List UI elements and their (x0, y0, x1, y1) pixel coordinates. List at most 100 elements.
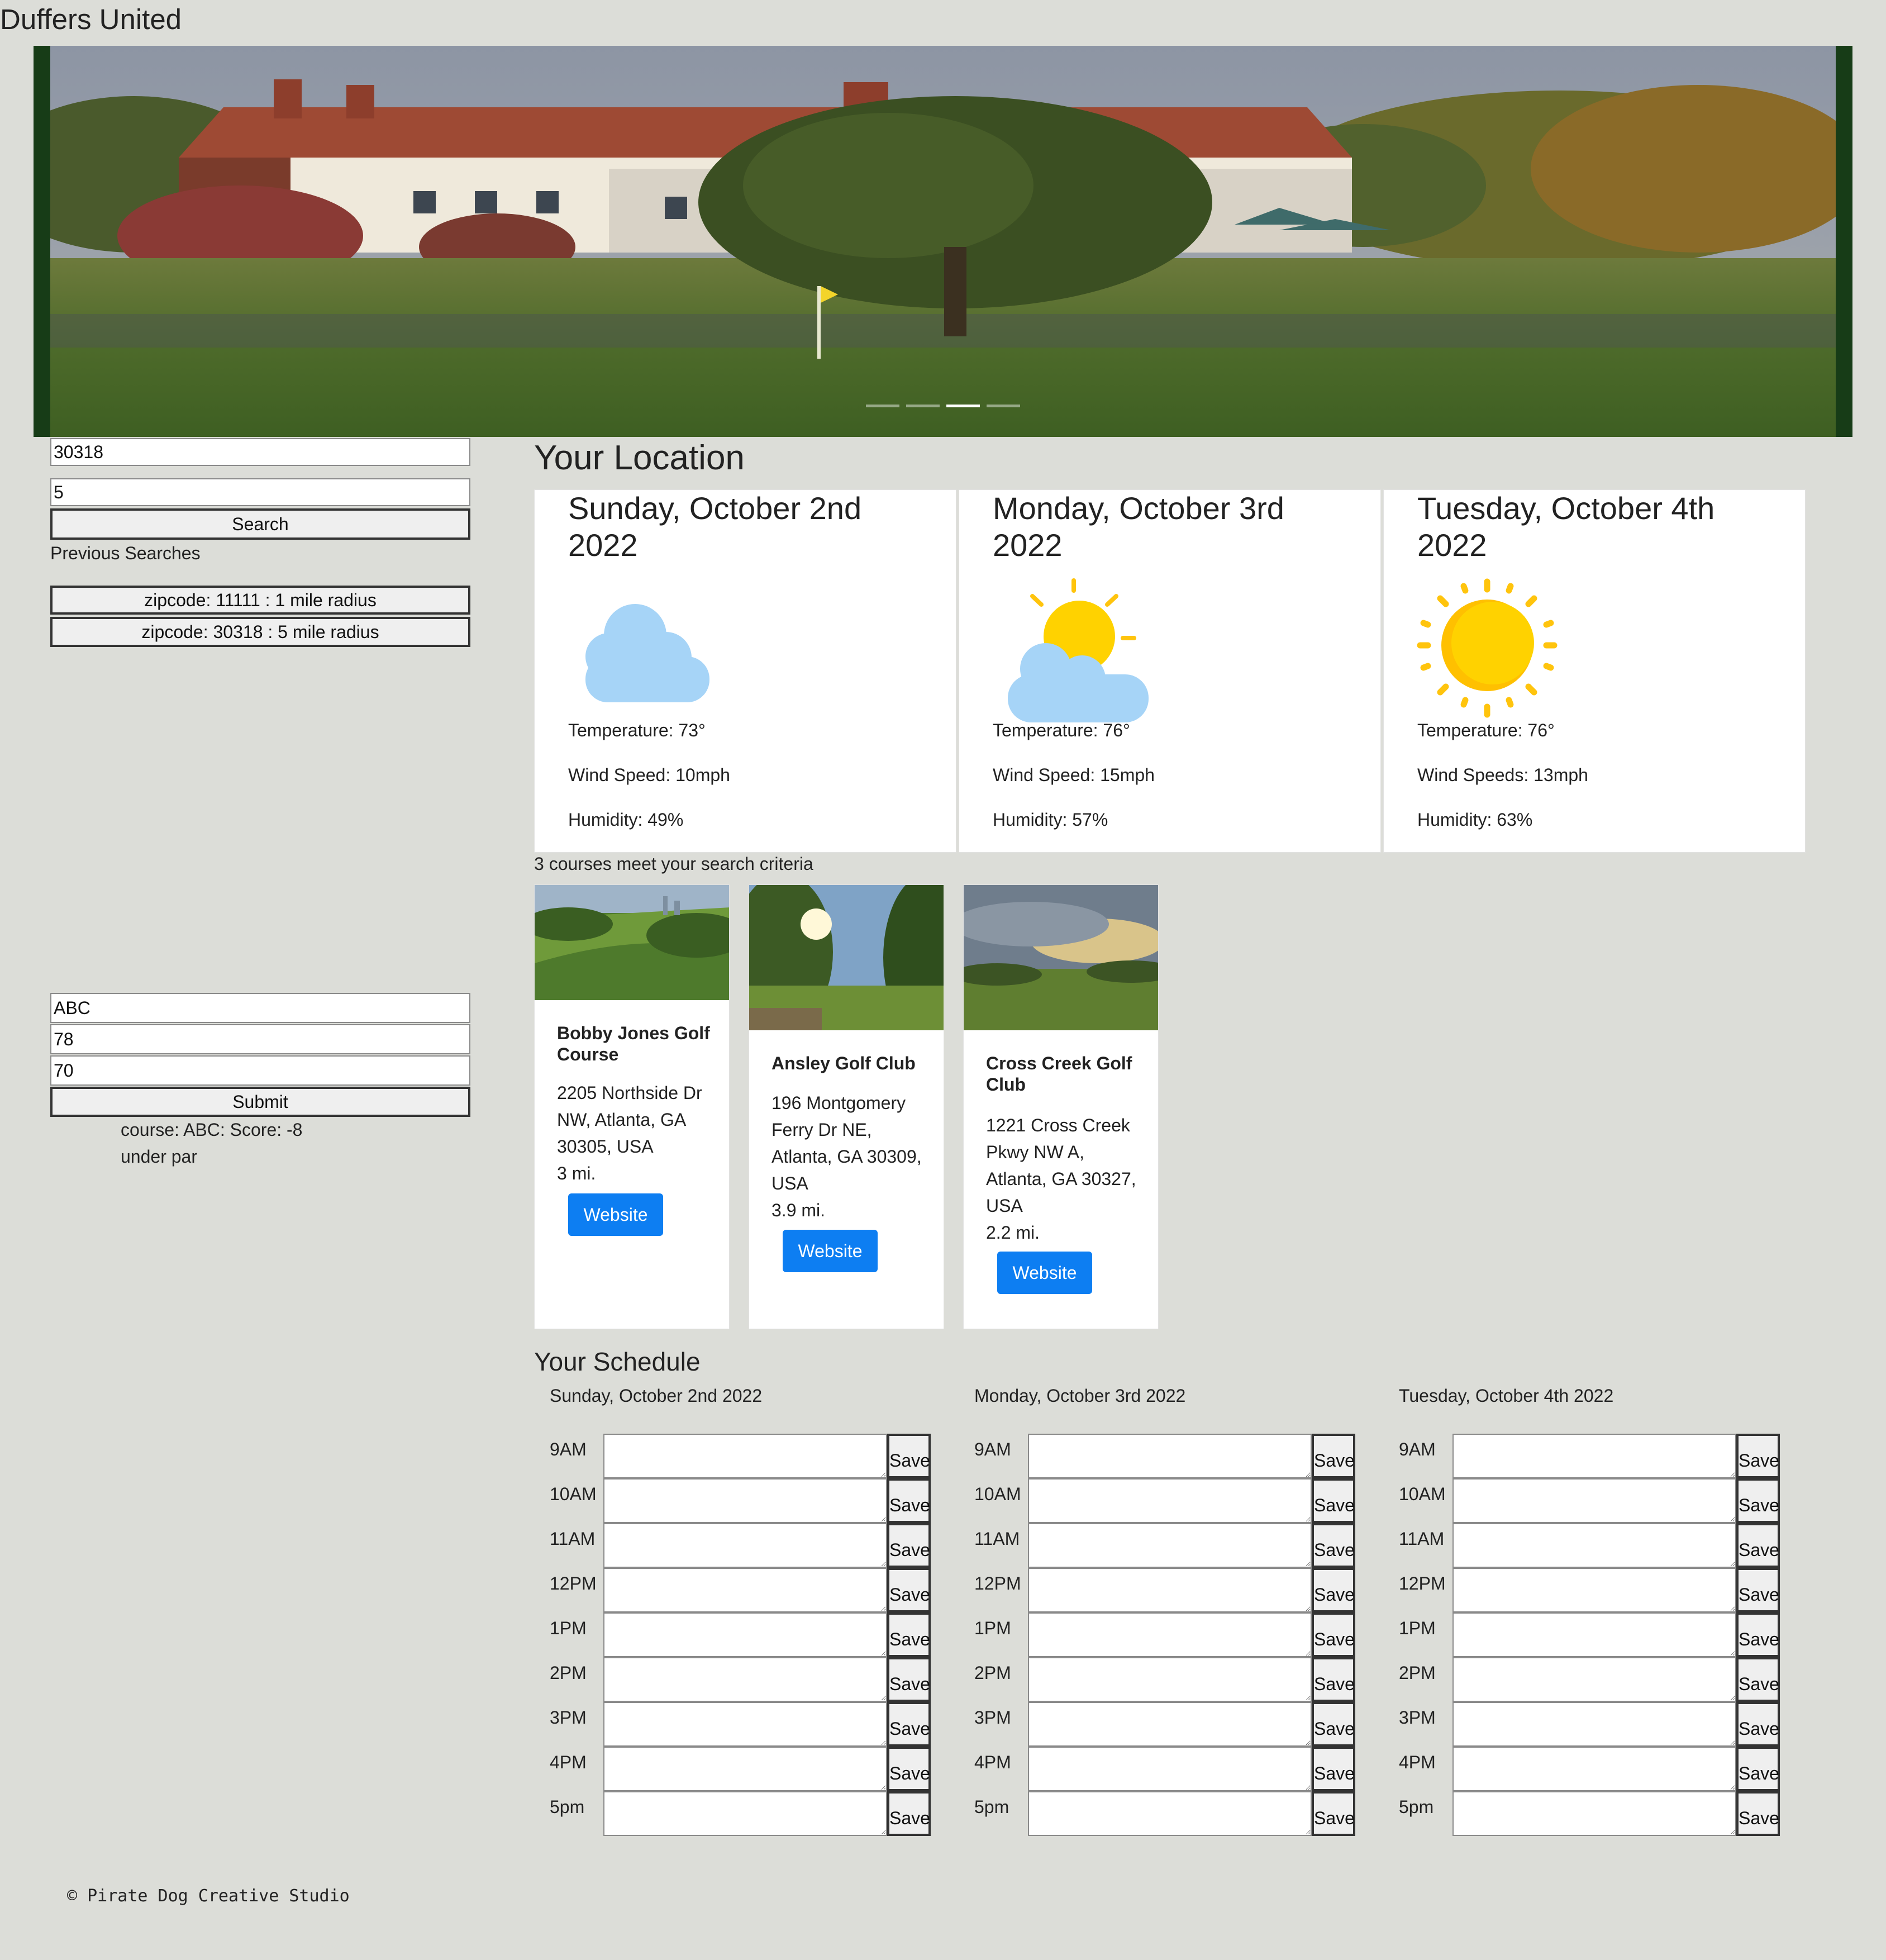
schedule-entry-input[interactable] (603, 1747, 887, 1791)
schedule-time: 11AM (974, 1529, 1020, 1549)
schedule-entry-input[interactable] (1452, 1747, 1736, 1791)
schedule-save-button[interactable]: Save (1312, 1568, 1355, 1612)
schedule-save-button[interactable]: Save (887, 1657, 931, 1702)
weather-card: Tuesday, October 4th 2022 Temperature: 7… (1383, 489, 1806, 853)
course-distance: 3.9 mi. (771, 1200, 826, 1220)
course-website-button[interactable]: Website (997, 1252, 1092, 1294)
carousel-indicator-2[interactable] (906, 405, 940, 407)
schedule-row: 3PM Save (550, 1702, 946, 1747)
course-name: Ansley Golf Club (771, 1053, 916, 1073)
weather-temperature: Temperature: 76° (993, 720, 1130, 740)
schedule-row: 1PM Save (974, 1612, 1371, 1657)
schedule-save-button[interactable]: Save (1312, 1657, 1355, 1702)
schedule-entry-input[interactable] (603, 1702, 887, 1747)
schedule-save-button[interactable]: Save (887, 1612, 931, 1657)
carousel-indicator-1[interactable] (866, 405, 899, 407)
schedule-entry-input[interactable] (1028, 1478, 1312, 1523)
schedule-entry-input[interactable] (603, 1657, 887, 1702)
schedule-date: Sunday, October 2nd 2022 (550, 1386, 763, 1406)
schedule-save-button[interactable]: Save (1736, 1568, 1780, 1612)
schedule-row: 4PM Save (974, 1747, 1371, 1791)
course-name-input[interactable] (50, 993, 470, 1023)
course-address: 2205 Northside Dr NW, Atlanta, GA 30305,… (557, 1083, 702, 1157)
schedule-entry-input[interactable] (603, 1568, 887, 1612)
course-website-button[interactable]: Website (568, 1193, 663, 1236)
schedule-entry-input[interactable] (1028, 1702, 1312, 1747)
schedule-save-button[interactable]: Save (887, 1434, 931, 1478)
course-address: 196 Montgomery Ferry Dr NE, Atlanta, GA … (771, 1093, 922, 1193)
schedule-save-button[interactable]: Save (1736, 1747, 1780, 1791)
schedule-entry-input[interactable] (1028, 1657, 1312, 1702)
schedule-entry-input[interactable] (1452, 1657, 1736, 1702)
schedule-save-button[interactable]: Save (1312, 1523, 1355, 1568)
schedule-entry-input[interactable] (1028, 1568, 1312, 1612)
zipcode-input[interactable] (50, 438, 470, 466)
cloud-icon (585, 604, 709, 702)
schedule-entry-input[interactable] (1452, 1434, 1736, 1478)
course-photo (964, 885, 1158, 1030)
schedule-save-button[interactable]: Save (1736, 1434, 1780, 1478)
carousel-indicator-4[interactable] (987, 405, 1020, 407)
schedule-entry-input[interactable] (1028, 1434, 1312, 1478)
schedule-save-button[interactable]: Save (1312, 1791, 1355, 1836)
schedule-entry-input[interactable] (1452, 1612, 1736, 1657)
location-title: Your Location (534, 439, 745, 477)
schedule-save-button[interactable]: Save (887, 1568, 931, 1612)
schedule-save-button[interactable]: Save (1312, 1612, 1355, 1657)
schedule-row: 2PM Save (550, 1657, 946, 1702)
schedule-entry-input[interactable] (603, 1478, 887, 1523)
partly-cloudy-icon (1008, 578, 1149, 722)
par-input[interactable] (50, 1055, 470, 1086)
schedule-save-button[interactable]: Save (1312, 1747, 1355, 1791)
schedule-entry-input[interactable] (603, 1434, 887, 1478)
radius-input[interactable] (50, 478, 470, 506)
schedule-entry-input[interactable] (1028, 1791, 1312, 1836)
schedule-entry-input[interactable] (1452, 1478, 1736, 1523)
schedule-save-button[interactable]: Save (1312, 1434, 1355, 1478)
score-result-line2: under par (121, 1146, 197, 1167)
schedule-entry-input[interactable] (1452, 1791, 1736, 1836)
schedule-entry-input[interactable] (1452, 1568, 1736, 1612)
course-website-button[interactable]: Website (783, 1230, 878, 1272)
schedule-time: 11AM (1399, 1529, 1445, 1549)
schedule-entry-input[interactable] (603, 1523, 887, 1568)
schedule-save-button[interactable]: Save (887, 1523, 931, 1568)
course-distance: 2.2 mi. (986, 1222, 1040, 1243)
schedule-save-button[interactable]: Save (1736, 1702, 1780, 1747)
schedule-time: 5pm (550, 1797, 585, 1817)
schedule-save-button[interactable]: Save (1312, 1702, 1355, 1747)
schedule-save-button[interactable]: Save (1736, 1478, 1780, 1523)
hero-carousel[interactable] (34, 46, 1852, 437)
schedule-entry-input[interactable] (1452, 1702, 1736, 1747)
schedule-entry-input[interactable] (1028, 1523, 1312, 1568)
schedule-row: 3PM Save (974, 1702, 1371, 1747)
schedule-save-button[interactable]: Save (1736, 1657, 1780, 1702)
schedule-save-button[interactable]: Save (1736, 1612, 1780, 1657)
schedule-time: 9AM (1399, 1439, 1436, 1459)
weather-date: Tuesday, October 4th 2022 (1417, 491, 1715, 563)
weather-wind: Wind Speeds: 13mph (1417, 765, 1588, 785)
previous-search-button[interactable]: zipcode: 30318 : 5 mile radius (50, 617, 470, 647)
schedule-save-button[interactable]: Save (1312, 1478, 1355, 1523)
schedule-row: 2PM Save (1399, 1657, 1795, 1702)
schedule-save-button[interactable]: Save (1736, 1791, 1780, 1836)
schedule-entry-input[interactable] (603, 1791, 887, 1836)
schedule-save-button[interactable]: Save (887, 1791, 931, 1836)
schedule-entry-input[interactable] (1452, 1523, 1736, 1568)
schedule-entry-input[interactable] (1028, 1612, 1312, 1657)
schedule-save-button[interactable]: Save (887, 1747, 931, 1791)
schedule-entry-input[interactable] (603, 1612, 887, 1657)
previous-search-button[interactable]: zipcode: 11111 : 1 mile radius (50, 586, 470, 615)
footer-copyright: © Pirate Dog Creative Studio (67, 1886, 350, 1906)
submit-button[interactable]: Submit (50, 1087, 470, 1117)
schedule-save-button[interactable]: Save (1736, 1523, 1780, 1568)
search-button[interactable]: Search (50, 508, 470, 540)
schedule-save-button[interactable]: Save (887, 1478, 931, 1523)
course-distance: 3 mi. (557, 1163, 596, 1183)
carousel-indicator-3[interactable] (946, 405, 980, 407)
schedule-save-button[interactable]: Save (887, 1702, 931, 1747)
schedule-time: 5pm (1399, 1797, 1434, 1817)
score-input[interactable] (50, 1024, 470, 1054)
schedule-entry-input[interactable] (1028, 1747, 1312, 1791)
schedule-row: 1PM Save (1399, 1612, 1795, 1657)
